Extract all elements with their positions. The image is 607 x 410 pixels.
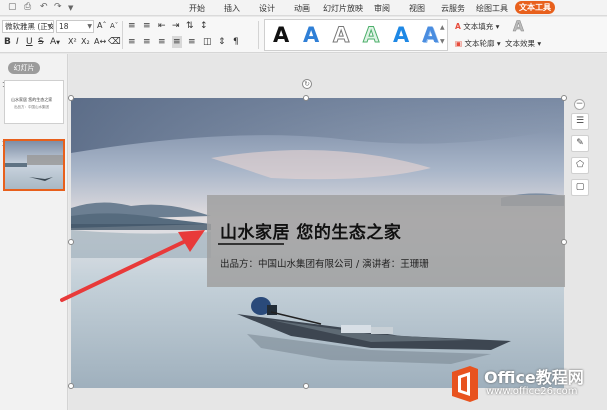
numbered-list-icon[interactable]: ≡ [143,20,151,32]
tab-cloud[interactable]: 云服务 [441,3,465,14]
text-effect-label: 文本效果 [505,39,535,48]
italic-icon[interactable]: I [16,36,19,48]
office-logo-icon [452,366,478,402]
text-style-gallery: A A A A A A ▲ ▼ [264,19,448,51]
rotate-handle[interactable]: ↻ [302,79,312,89]
text-outline-button[interactable]: ▣ 文本轮廓 ▾ [455,38,501,49]
collapse-toolbar-icon[interactable]: − [574,99,585,110]
increase-indent-icon[interactable]: ⇥ [172,20,180,32]
tab-insert[interactable]: 插入 [224,3,240,14]
pen-icon[interactable]: ✎ [571,135,589,152]
tab-slideshow[interactable]: 幻灯片放映 [323,3,363,14]
divider [258,21,259,49]
line-spacing-icon[interactable]: ↕ [200,20,208,32]
tab-animation[interactable]: 动画 [294,3,310,14]
text-fill-button[interactable]: A 文本填充 ▾ [455,21,499,32]
vertical-align-icon[interactable]: ⇕ [218,36,226,48]
tab-view[interactable]: 视图 [409,3,425,14]
floating-toolbar: ☰ ✎ ⬠ ▢ [571,113,589,203]
slide-thumbnail-2[interactable] [3,139,65,191]
style-outline-gray-a[interactable]: A [332,22,349,48]
text-fill-icon: A [455,22,461,31]
red-arrow-annotation [60,230,205,302]
slide-thumbnail-1[interactable]: 山水家居 您的生态之家 出品方：中国山水集团 [4,80,64,124]
style-black-a[interactable]: A [273,22,289,48]
font-size-value: 18 [59,22,69,31]
chevron-down-icon: ▼ [47,23,52,30]
bullet-list-icon[interactable]: ≡ [128,20,136,32]
clear-format-icon[interactable]: ⌫ [108,36,121,48]
undo-icon[interactable]: ↶ [40,2,48,12]
align-center-icon[interactable]: ≡ [143,36,151,48]
style-bright-blue-a[interactable]: A [393,22,409,48]
tab-home[interactable]: 开始 [189,3,205,14]
strikethrough-icon[interactable]: S [38,36,44,48]
font-name-select[interactable]: 微软雅黑 (正文 ▼ [2,20,54,33]
title-bar: ▢ ⎙ ↶ ↷ ▼ 开始 插入 设计 动画 幻灯片放映 审阅 视图 云服务 绘图… [0,0,607,16]
slide-panel: 幻灯片 1 山水家居 您的生态之家 出品方：中国山水集团 2 [0,54,68,410]
char-spacing-icon[interactable]: A↔ [94,36,106,48]
watermark-brand: Office教程网 [484,368,584,387]
tab-design[interactable]: 设计 [259,3,275,14]
save-icon[interactable]: ▢ [8,2,17,12]
thumbnail-image [5,141,63,189]
layers-icon[interactable]: ☰ [571,113,589,130]
columns-icon[interactable]: ◫ [203,36,212,48]
style-outline-green-a[interactable]: A [362,22,379,48]
shrink-font-icon[interactable]: Aˇ [110,20,118,32]
resize-handle[interactable] [561,239,567,245]
text-outline-label: 文本轮廓 [464,39,495,48]
gallery-scroll-up-icon[interactable]: ▲ [440,24,445,31]
watermark: Office教程网 www.office26.com [448,362,607,410]
slide-title[interactable]: 山水家居 您的生态之家 [220,218,401,243]
grow-font-icon[interactable]: Aˆ [97,20,106,32]
border-icon[interactable]: ▢ [571,179,589,196]
tab-text-tools[interactable]: 文本工具 [515,1,555,14]
resize-handle[interactable] [303,95,309,101]
redo-icon[interactable]: ↷ [54,2,62,12]
text-effect-icon[interactable]: A [513,19,524,36]
resize-handle[interactable] [68,95,74,101]
divider [122,21,123,49]
decrease-indent-icon[interactable]: ⇤ [158,20,166,32]
text-direction-icon[interactable]: ⇅ [186,20,194,32]
tab-review[interactable]: 审阅 [374,3,390,14]
resize-handle[interactable] [303,383,309,389]
style-shadow-blue-a[interactable]: A [422,22,438,48]
justify-icon[interactable]: ≡ [172,36,182,48]
thumbnail-title: 山水家居 您的生态之家 [11,97,53,102]
underline-icon[interactable]: U [26,36,33,48]
resize-handle[interactable] [561,95,567,101]
text-fill-label: 文本填充 [463,22,494,31]
text-outline-icon: ▣ [455,39,463,48]
shape-fill-icon[interactable]: ⬠ [571,157,589,174]
font-size-select[interactable]: 18 ▼ [56,20,94,33]
style-blue-a[interactable]: A [303,22,319,48]
slide-panel-header[interactable]: 幻灯片 [8,62,40,74]
gallery-scroll-down-icon[interactable]: ▼ [440,38,445,45]
thumbnail-subtitle: 出品方：中国山水集团 [14,105,49,109]
align-left-icon[interactable]: ≡ [128,36,136,48]
text-effect-button[interactable]: 文本效果 ▾ [505,38,541,49]
tab-drawing-tools[interactable]: 绘图工具 [476,3,508,14]
customize-icon[interactable]: ▼ [68,4,73,12]
resize-handle[interactable] [68,383,74,389]
font-color-icon[interactable]: A▼ [50,36,60,49]
print-icon[interactable]: ⎙ [24,2,31,12]
subscript-icon[interactable]: X₂ [81,36,90,48]
bold-icon[interactable]: B [4,36,11,48]
align-right-icon[interactable]: ≡ [158,36,166,48]
paragraph-icon[interactable]: ¶ [233,36,239,48]
slide-subtitle[interactable]: 出品方：中国山水集团有限公司 / 演讲者：王珊珊 [220,256,429,270]
resize-handle[interactable] [68,239,74,245]
watermark-url: www.office26.com [486,386,578,397]
superscript-icon[interactable]: X² [68,36,77,48]
title-underline [218,243,284,245]
distribute-icon[interactable]: ≡ [188,36,196,48]
chevron-down-icon: ▼ [87,23,92,30]
